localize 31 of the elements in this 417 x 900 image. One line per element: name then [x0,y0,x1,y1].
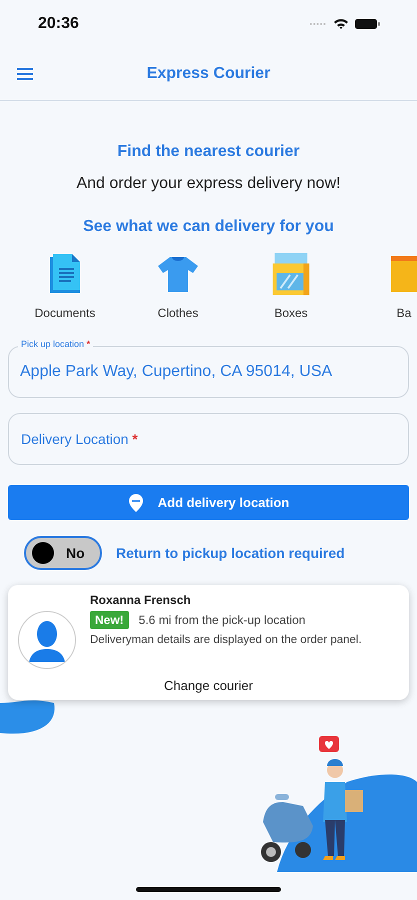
intro-subtitle: And order your express delivery now! [75,175,342,193]
status-time: 20:36 [38,15,79,33]
pickup-location-field[interactable]: Pick up location * Apple Park Way, Cupertino, CA 95014, USA [8,339,409,398]
required-mark: * [132,431,138,447]
field-placeholder: Delivery Location [21,431,128,447]
signal-icon [309,22,327,26]
category-label: Clothes [158,306,198,320]
change-courier-button[interactable]: Change courier [158,677,259,694]
location-pin-icon [128,492,144,512]
courier-note: Deliveryman details are displayed on the order panel. [90,633,362,648]
intro-title: Find the nearest courier [116,143,301,161]
avatar-icon [18,611,76,669]
app-title: Express Courier [146,65,270,83]
battery-icon [355,18,381,30]
new-badge: New! [90,611,129,629]
add-delivery-location-button[interactable]: Add delivery location [8,485,409,520]
category-label: Boxes [274,306,308,320]
delivery-location-field[interactable]: Delivery Location * [8,413,409,465]
menu-button[interactable] [16,66,36,82]
box-icon[interactable] [271,252,311,296]
field-label: Pick up location [21,339,84,349]
wifi-icon [333,18,349,30]
courier-name: Roxanna Frensch [90,593,192,607]
courier-distance: 5.6 mi from the pick-up location [138,613,306,627]
required-mark: * [86,339,90,349]
document-icon[interactable] [48,252,82,296]
return-toggle[interactable]: No [24,536,102,570]
toggle-label: Return to pickup location required [116,545,345,561]
categories-heading: See what we can delivery for you [82,218,335,236]
category-label: Ba [396,306,412,320]
category-label: Documents [34,306,96,320]
